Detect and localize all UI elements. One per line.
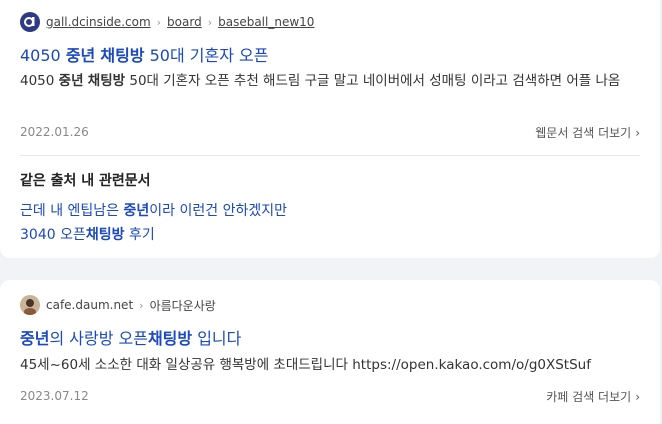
result-snippet: 4050 중년 채팅방 50대 기혼자 오픈 추천 해드림 구글 말고 네이버에…	[20, 73, 621, 89]
result-date: 2022.01.26	[20, 125, 89, 139]
more-label: 카페 검색 더보기	[546, 390, 632, 404]
divider	[20, 155, 640, 156]
result-title-link[interactable]: 중년의 사랑방 오픈채팅방 입니다	[20, 325, 241, 349]
more-label: 웹문서 검색 더보기	[535, 126, 632, 140]
related-docs-heading: 같은 출처 내 관련문서	[20, 173, 151, 189]
result-snippet: 45세~60세 소소한 대화 일상공유 행복방에 초대드립니다 https://…	[20, 357, 591, 373]
breadcrumb-item-board[interactable]: board	[167, 15, 202, 29]
related-doc-link[interactable]: 3040 오픈채팅방 후기	[20, 224, 155, 244]
source-domain-link[interactable]: gall.dcinside.com	[46, 15, 151, 29]
source-domain-link[interactable]: cafe.daum.net	[46, 298, 133, 312]
result-title-link[interactable]: 4050 중년 채팅방 50대 기혼자 오픈	[20, 42, 268, 66]
related-doc-link[interactable]: 근데 내 엔팁남은 중년이라 이런건 안하겠지만	[20, 200, 287, 220]
chevron-right-icon: ›	[635, 389, 640, 404]
breadcrumb-item-cafe[interactable]: 아름다운사랑	[150, 297, 216, 314]
result-date: 2023.07.12	[20, 389, 89, 403]
chevron-right-icon: ›	[635, 125, 640, 140]
search-result-card: cafe.daum.net › 아름다운사랑 중년의 사랑방 오픈채팅방 입니다…	[0, 280, 660, 424]
breadcrumb-item-baseball[interactable]: baseball_new10	[218, 15, 314, 29]
breadcrumb-separator-icon: ›	[207, 15, 213, 29]
daum-cafe-favicon	[20, 295, 40, 315]
breadcrumb-separator-icon: ›	[139, 298, 144, 312]
source-breadcrumb: gall.dcinside.com › board › baseball_new…	[20, 12, 314, 32]
source-breadcrumb: cafe.daum.net › 아름다운사랑	[20, 295, 216, 315]
cafe-search-more-link[interactable]: 카페 검색 더보기 ›	[546, 388, 640, 405]
web-search-more-link[interactable]: 웹문서 검색 더보기 ›	[535, 124, 640, 141]
breadcrumb-separator-icon: ›	[156, 15, 162, 29]
dcinside-favicon	[20, 12, 40, 32]
search-result-card: gall.dcinside.com › board › baseball_new…	[0, 0, 660, 258]
